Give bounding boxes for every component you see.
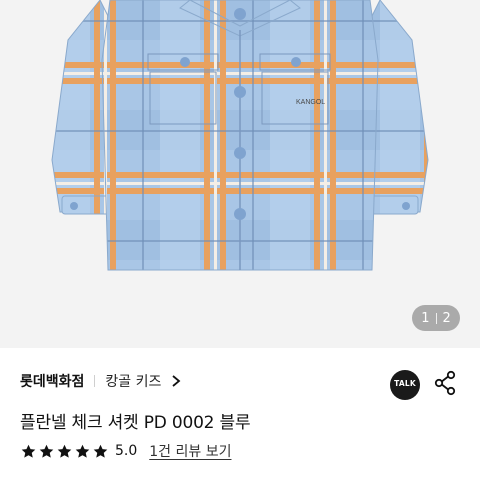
star-icon xyxy=(93,444,108,458)
brand-breadcrumb[interactable]: 롯데백화점 캉골 키즈 xyxy=(20,370,183,392)
jacket-product-image: KANGOL xyxy=(51,0,429,271)
total-pages: 2 xyxy=(442,310,451,326)
review-link[interactable]: 1건 리뷰 보기 xyxy=(149,441,231,461)
svg-text:KANGOL: KANGOL xyxy=(296,99,325,106)
talk-chat-icon[interactable]: TALK xyxy=(390,370,420,400)
star-icon xyxy=(57,444,72,458)
brand-name[interactable]: 캉골 키즈 xyxy=(105,371,161,391)
star-icon xyxy=(21,444,36,458)
store-name[interactable]: 롯데백화점 xyxy=(20,371,84,391)
brand-divider xyxy=(94,375,96,387)
share-icon[interactable] xyxy=(433,370,457,396)
chevron-right-icon[interactable] xyxy=(169,374,183,388)
rating-score: 5.0 xyxy=(115,443,138,459)
star-icon xyxy=(39,444,54,458)
star-rating xyxy=(20,443,109,460)
current-page: 1 xyxy=(421,310,430,326)
star-icon xyxy=(75,444,90,458)
rating-summary: 5.0 1건 리뷰 보기 xyxy=(20,442,231,460)
product-info: 롯데백화점 캉골 키즈 TALK 플란넬 체크 셔켓 PD 0002 블루 5.… xyxy=(0,348,480,480)
talk-bubble-tail xyxy=(394,390,405,400)
product-title: 플란넬 체크 셔켓 PD 0002 블루 xyxy=(20,413,251,433)
talk-label: TALK xyxy=(394,379,416,388)
page-divider xyxy=(435,312,437,324)
product-image-gallery[interactable]: KANGOL 1 2 xyxy=(0,0,480,348)
image-page-indicator: 1 2 xyxy=(412,305,460,331)
